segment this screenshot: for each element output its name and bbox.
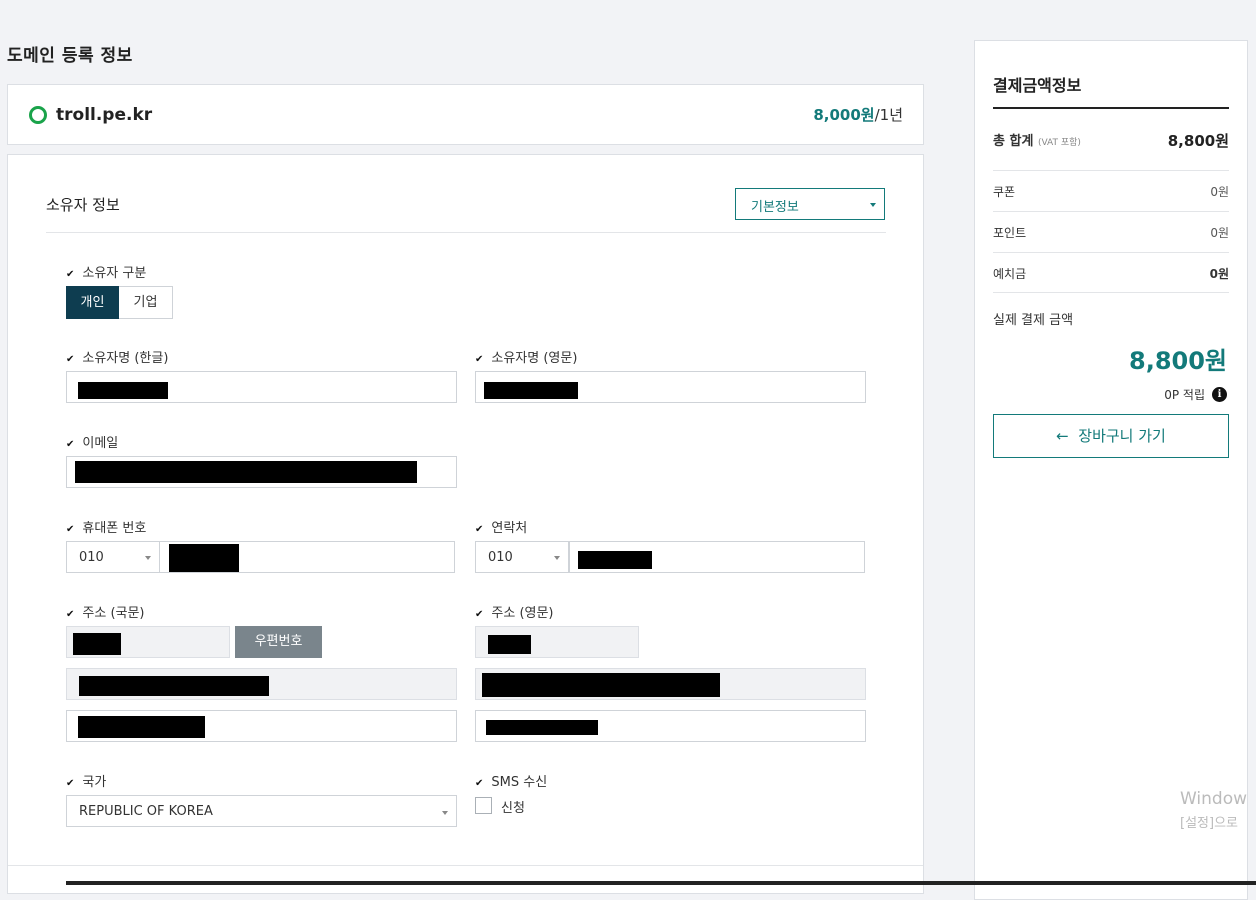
domain-price-period: /1년 xyxy=(874,106,903,124)
country-select[interactable]: REPUBLIC OF KOREA xyxy=(66,795,457,827)
deposit-label: 예치금 xyxy=(993,267,1027,281)
contact-label: ✔ 연락처 xyxy=(475,521,528,536)
owner-section-title: 소유자 정보 xyxy=(46,196,120,214)
point-label: 포인트 xyxy=(993,226,1027,240)
address-en-line2-input[interactable] xyxy=(475,710,866,742)
chevron-down-icon xyxy=(442,811,448,815)
total-value: 8,800원 xyxy=(1167,132,1229,150)
check-icon: ✔ xyxy=(66,778,75,789)
points-earned-text: 0P 적립 xyxy=(1164,388,1205,402)
redacted-block xyxy=(488,635,531,654)
actual-payment-label: 실제 결제 금액 xyxy=(993,313,1074,328)
check-icon: ✔ xyxy=(66,354,75,365)
zip-search-button[interactable]: 우편번호 xyxy=(235,626,322,658)
mobile-prefix-select[interactable]: 010 xyxy=(66,541,160,573)
os-activation-watermark: Window xyxy=(1180,789,1248,809)
sms-label: ✔ SMS 수신 xyxy=(475,775,548,790)
redacted-block xyxy=(484,382,578,399)
available-status-icon xyxy=(29,106,47,124)
redacted-block xyxy=(78,382,168,399)
mobile-label: ✔ 휴대폰 번호 xyxy=(66,521,147,536)
cart-button-label: 장바구니 가기 xyxy=(1078,427,1166,445)
coupon-value: 0원 xyxy=(1210,185,1229,199)
owner-type-label: ✔ 소유자 구분 xyxy=(66,266,147,281)
name-kr-label: ✔ 소유자명 (한글) xyxy=(66,351,169,366)
check-icon: ✔ xyxy=(66,524,75,535)
address-kr-line2-input[interactable] xyxy=(66,710,457,742)
mobile-number-input[interactable] xyxy=(159,541,455,573)
domain-price: 8,000원/1년 xyxy=(813,104,903,125)
os-activation-watermark-sub: [설정]으로 xyxy=(1180,816,1238,831)
redacted-block xyxy=(75,461,417,483)
chevron-down-icon xyxy=(145,556,151,560)
address-en-label: ✔ 주소 (영문) xyxy=(475,606,554,621)
chevron-down-icon xyxy=(870,203,876,207)
row-divider xyxy=(993,292,1229,293)
section-divider xyxy=(46,232,886,233)
page-title: 도메인 등록 정보 xyxy=(7,46,133,66)
contact-number-input[interactable] xyxy=(569,541,865,573)
payment-title-rule xyxy=(993,107,1229,109)
actual-payment-amount: 8,800원 xyxy=(1129,347,1227,375)
owner-type-individual[interactable]: 개인 xyxy=(66,286,119,319)
owner-info-form: 소유자 정보 기본정보 ✔ 소유자 구분 개인 기업 ✔ 소유자명 (한글) ✔ 소유… xyxy=(7,154,924,894)
coupon-row: 쿠폰 0원 xyxy=(993,183,1229,200)
zip-code-input[interactable] xyxy=(66,626,230,658)
go-to-cart-button[interactable]: ← 장바구니 가기 xyxy=(993,414,1229,458)
bottom-edge-bar xyxy=(66,881,1256,885)
total-label: 총 합계 xyxy=(993,134,1034,149)
address-kr-label: ✔ 주소 (국문) xyxy=(66,606,145,621)
owner-type-toggle: 개인 기업 xyxy=(66,286,173,319)
info-preset-value: 기본정보 xyxy=(751,200,799,215)
coupon-label: 쿠폰 xyxy=(993,185,1016,199)
deposit-value: 0원 xyxy=(1209,267,1229,281)
address-kr-line1-input[interactable] xyxy=(66,668,457,700)
row-divider xyxy=(993,170,1229,171)
points-earned: 0P 적립 i xyxy=(1164,386,1227,403)
check-icon: ✔ xyxy=(66,439,75,450)
arrow-left-icon: ← xyxy=(1056,427,1069,445)
check-icon: ✔ xyxy=(66,609,75,620)
deposit-row: 예치금 0원 xyxy=(993,265,1229,282)
domain-summary: troll.pe.kr 8,000원/1년 xyxy=(7,84,924,145)
payment-title: 결제금액정보 xyxy=(993,76,1082,95)
redacted-block xyxy=(486,720,598,735)
point-row: 포인트 0원 xyxy=(993,224,1229,241)
name-kr-input[interactable] xyxy=(66,371,457,403)
check-icon: ✔ xyxy=(475,778,484,789)
redacted-block xyxy=(79,676,269,696)
sms-consent-text: 신청 xyxy=(501,801,525,816)
owner-type-company[interactable]: 기업 xyxy=(119,286,173,319)
info-preset-select[interactable]: 기본정보 xyxy=(735,188,885,220)
check-icon: ✔ xyxy=(66,269,75,280)
redacted-block xyxy=(578,551,652,569)
name-en-input[interactable] xyxy=(475,371,866,403)
name-en-label: ✔ 소유자명 (영문) xyxy=(475,351,578,366)
row-divider xyxy=(993,211,1229,212)
check-icon: ✔ xyxy=(475,354,484,365)
address-en-line1-input[interactable] xyxy=(475,668,866,700)
payment-summary-panel: 결제금액정보 총 합계 (VAT 포함) 8,800원 쿠폰 0원 포인트 0원… xyxy=(974,40,1248,900)
country-label: ✔ 국가 xyxy=(66,775,107,790)
point-value: 0원 xyxy=(1210,226,1229,240)
sms-consent-checkbox[interactable] xyxy=(475,797,492,814)
check-icon: ✔ xyxy=(475,609,484,620)
contact-prefix-select[interactable]: 010 xyxy=(475,541,569,573)
redacted-block xyxy=(73,633,121,655)
email-label: ✔ 이메일 xyxy=(66,436,119,451)
form-bottom-divider xyxy=(8,865,923,866)
redacted-block xyxy=(482,673,720,697)
total-row: 총 합계 (VAT 포함) 8,800원 xyxy=(993,130,1229,150)
email-input[interactable] xyxy=(66,456,457,488)
total-vat-note: (VAT 포함) xyxy=(1037,138,1081,148)
redacted-block xyxy=(78,716,205,738)
domain-name: troll.pe.kr xyxy=(56,105,153,125)
domain-price-amount: 8,000원 xyxy=(813,106,875,124)
check-icon: ✔ xyxy=(475,524,484,535)
chevron-down-icon xyxy=(554,556,560,560)
address-en-zip-input[interactable] xyxy=(475,626,639,658)
info-icon[interactable]: i xyxy=(1212,387,1227,402)
redacted-block xyxy=(169,544,239,572)
row-divider xyxy=(993,252,1229,253)
